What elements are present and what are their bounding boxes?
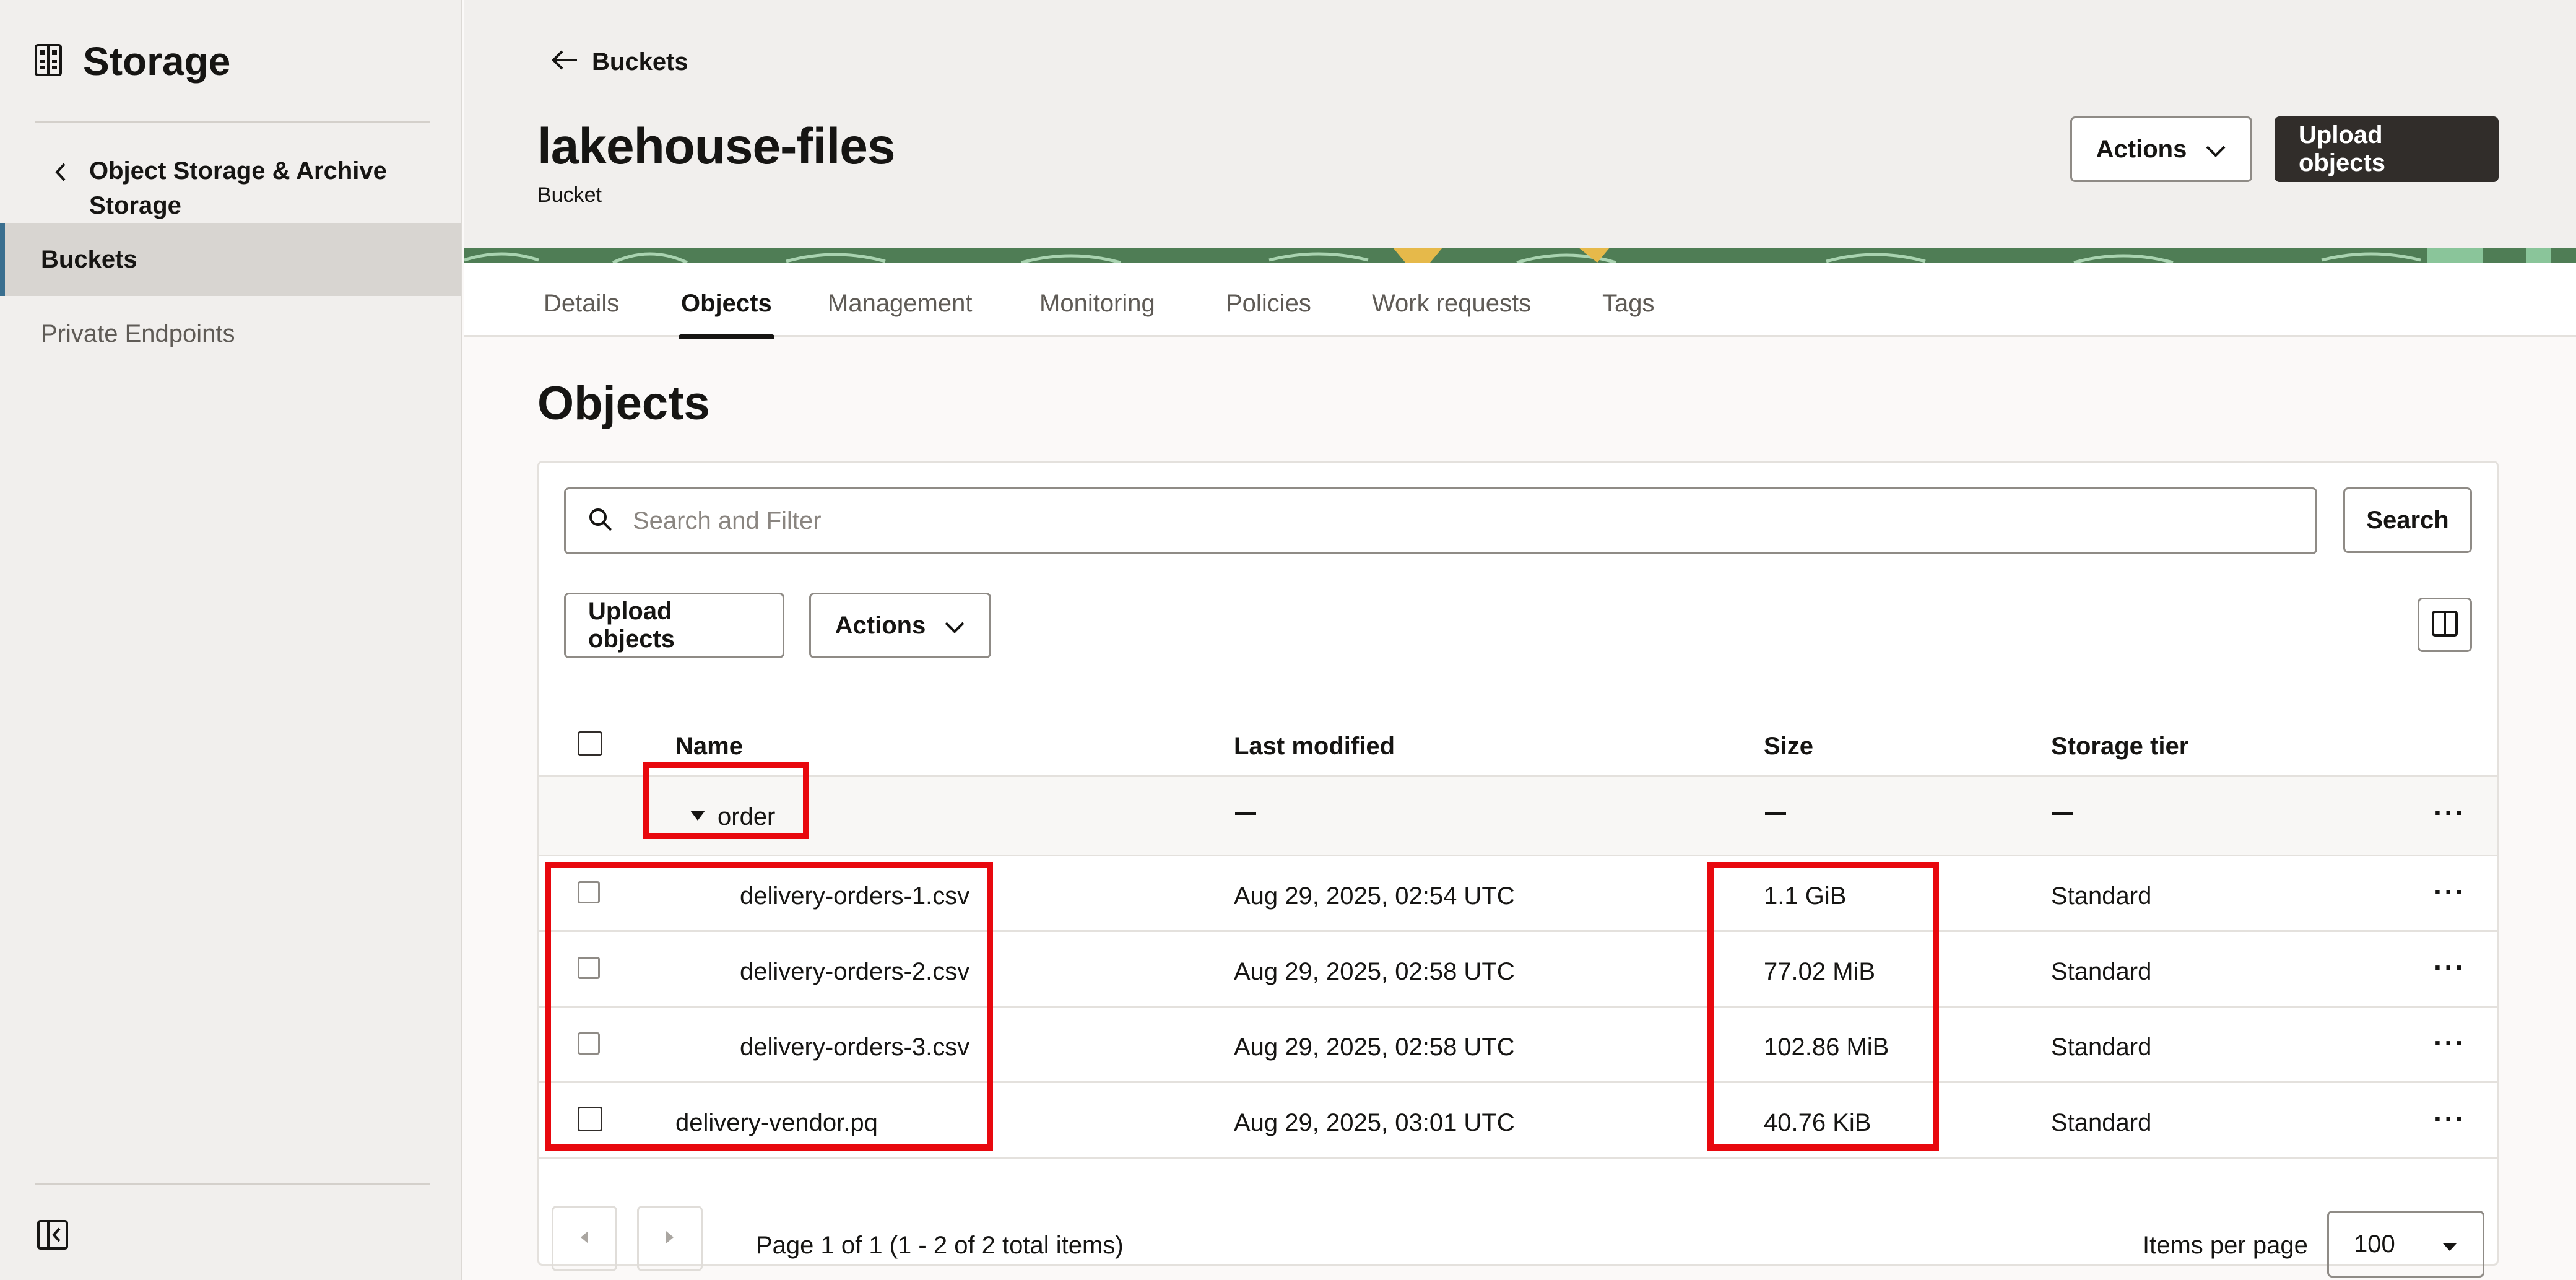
empty-value-dash: [1235, 812, 1256, 815]
caret-down-icon[interactable]: [689, 809, 706, 825]
column-settings-button[interactable]: [2418, 598, 2472, 652]
decorative-banner: [464, 248, 2576, 263]
tab-monitoring[interactable]: Monitoring: [1039, 290, 1155, 318]
search-icon: [588, 507, 613, 535]
sidebar-header: Storage: [35, 38, 230, 84]
columns-icon: [2431, 610, 2458, 640]
object-last-modified: Aug 29, 2025, 02:58 UTC: [1234, 958, 1515, 985]
sidebar-divider: [35, 1183, 430, 1185]
object-size: 40.76 KiB: [1764, 1109, 1871, 1136]
sidebar: Storage Object Storage & Archive Storage…: [0, 0, 462, 1280]
object-last-modified: Aug 29, 2025, 02:58 UTC: [1234, 1034, 1515, 1061]
column-header-name[interactable]: Name: [675, 733, 743, 760]
collapse-sidebar-icon[interactable]: [37, 1220, 68, 1253]
header-upload-objects-button[interactable]: Upload objects: [2275, 116, 2499, 182]
section-title: Objects: [537, 377, 710, 430]
tab-management[interactable]: Management: [828, 290, 972, 318]
actions-button[interactable]: Actions: [809, 593, 991, 658]
tab-objects[interactable]: Objects: [679, 290, 774, 339]
table-row[interactable]: delivery-orders-3.csv Aug 29, 2025, 02:5…: [539, 1008, 2497, 1083]
page-subtitle: Bucket: [537, 183, 602, 207]
items-per-page-label: Items per page: [2143, 1232, 2308, 1259]
folder-name[interactable]: order: [718, 803, 775, 831]
tab-work-requests[interactable]: Work requests: [1372, 290, 1531, 318]
object-storage-tier: Standard: [2051, 1034, 2152, 1061]
row-actions-kebab-icon[interactable]: ···: [2434, 1026, 2466, 1060]
select-all-checkbox[interactable]: [578, 731, 602, 756]
caret-left-icon: [579, 1230, 589, 1248]
empty-value-dash: [2052, 812, 2073, 815]
items-per-page-select[interactable]: 100: [2327, 1211, 2484, 1278]
pagination-bar: Page 1 of 1 (1 - 2 of 2 total items) Ite…: [539, 1186, 2497, 1278]
column-header-last-modified[interactable]: Last modified: [1234, 733, 1395, 760]
actions-button-label: Actions: [835, 611, 926, 639]
object-size: 1.1 GiB: [1764, 882, 1847, 910]
search-button[interactable]: Search: [2343, 487, 2472, 553]
object-name[interactable]: delivery-orders-1.csv: [740, 882, 969, 910]
row-actions-kebab-icon[interactable]: ···: [2434, 796, 2466, 829]
storage-icon: [35, 43, 62, 79]
upload-objects-button[interactable]: Upload objects: [564, 593, 784, 658]
sidebar-parent-link[interactable]: Object Storage & Archive Storage: [54, 154, 411, 223]
object-size: 102.86 MiB: [1764, 1034, 1889, 1061]
row-checkbox[interactable]: [578, 881, 600, 903]
caret-right-icon: [665, 1230, 675, 1248]
tab-details[interactable]: Details: [544, 290, 619, 318]
search-box: [564, 487, 2317, 554]
object-name[interactable]: delivery-vendor.pq: [675, 1109, 878, 1137]
tab-tags[interactable]: Tags: [1602, 290, 1655, 318]
header-actions-label: Actions: [2096, 135, 2187, 163]
empty-value-dash: [1765, 812, 1786, 815]
object-last-modified: Aug 29, 2025, 03:01 UTC: [1234, 1109, 1515, 1136]
previous-page-button[interactable]: [552, 1206, 617, 1271]
next-page-button[interactable]: [637, 1206, 703, 1271]
chevron-down-icon: [944, 612, 965, 640]
row-actions-kebab-icon[interactable]: ···: [2434, 1102, 2466, 1135]
pagination-status: Page 1 of 1 (1 - 2 of 2 total items): [756, 1232, 1124, 1259]
chevron-left-icon: [54, 162, 67, 185]
sidebar-item-label: Private Endpoints: [41, 320, 235, 347]
back-link-label: Buckets: [592, 48, 688, 76]
row-checkbox[interactable]: [578, 1032, 600, 1055]
folder-row[interactable]: order ···: [539, 777, 2497, 856]
page-title: lakehouse-files: [537, 118, 895, 175]
row-checkbox[interactable]: [578, 957, 600, 979]
object-size: 77.02 MiB: [1764, 958, 1876, 985]
object-last-modified: Aug 29, 2025, 02:54 UTC: [1234, 882, 1515, 910]
object-name[interactable]: delivery-orders-2.csv: [740, 958, 969, 986]
table-row[interactable]: delivery-orders-2.csv Aug 29, 2025, 02:5…: [539, 932, 2497, 1008]
sidebar-item-label: Buckets: [41, 245, 137, 273]
object-storage-tier: Standard: [2051, 958, 2152, 985]
arrow-left-icon: [551, 48, 578, 76]
sidebar-parent-label: Object Storage & Archive Storage: [89, 157, 387, 219]
row-actions-kebab-icon[interactable]: ···: [2434, 951, 2466, 984]
column-header-size[interactable]: Size: [1764, 733, 1813, 760]
row-actions-kebab-icon[interactable]: ···: [2434, 875, 2466, 908]
tab-bar: Details Objects Management Monitoring Po…: [464, 263, 2576, 339]
sidebar-title: Storage: [83, 39, 231, 84]
caret-down-icon: [2442, 1230, 2458, 1258]
objects-table-card: Search Upload objects Actions Name Last …: [537, 461, 2499, 1278]
items-per-page-value: 100: [2354, 1230, 2395, 1258]
back-to-buckets-link[interactable]: Buckets: [551, 48, 688, 76]
search-input[interactable]: [633, 507, 2242, 535]
page-header: Buckets lakehouse-files Bucket Actions U…: [464, 0, 2576, 263]
row-checkbox[interactable]: [578, 1107, 602, 1131]
tab-policies[interactable]: Policies: [1226, 290, 1311, 318]
table-row[interactable]: delivery-orders-1.csv Aug 29, 2025, 02:5…: [539, 856, 2497, 932]
header-actions-button[interactable]: Actions: [2070, 116, 2252, 182]
table-header: Name Last modified Size Storage tier: [539, 710, 2497, 777]
object-storage-tier: Standard: [2051, 882, 2152, 910]
chevron-down-icon: [2205, 136, 2226, 163]
table-row[interactable]: delivery-vendor.pq Aug 29, 2025, 03:01 U…: [539, 1083, 2497, 1159]
sidebar-item-private-endpoints[interactable]: Private Endpoints: [0, 297, 461, 370]
column-header-storage-tier[interactable]: Storage tier: [2051, 733, 2188, 760]
sidebar-divider: [35, 121, 430, 123]
object-storage-tier: Standard: [2051, 1109, 2152, 1136]
object-name[interactable]: delivery-orders-3.csv: [740, 1034, 969, 1061]
sidebar-item-buckets[interactable]: Buckets: [0, 223, 461, 296]
